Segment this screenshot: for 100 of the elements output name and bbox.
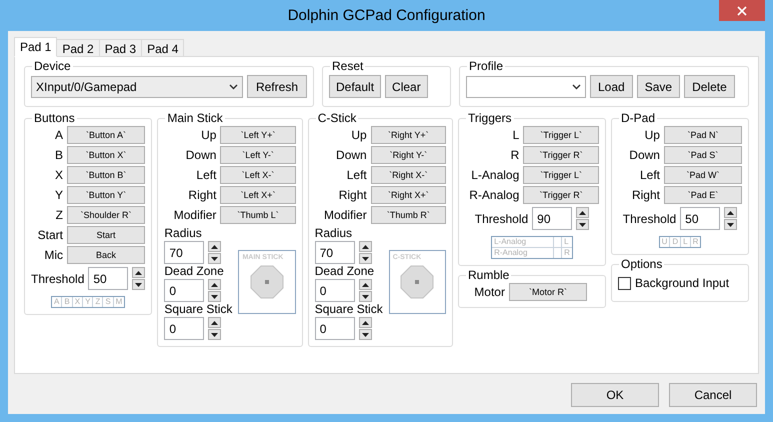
binding-button[interactable]: `Pad N`: [664, 126, 742, 144]
profile-button[interactable]: Delete: [684, 75, 735, 98]
spin-down-button[interactable]: [208, 253, 222, 264]
spin-down-button[interactable]: [208, 329, 222, 340]
tab[interactable]: Pad 4: [141, 39, 184, 57]
binding-button[interactable]: `Button Y`: [67, 186, 145, 204]
binding-button[interactable]: `Thumb L`: [220, 206, 296, 224]
group-title: Main Stick: [166, 111, 224, 125]
spin-up-button[interactable]: [576, 207, 590, 218]
indicator-letter: R: [692, 237, 700, 247]
binding-label: R: [510, 147, 520, 164]
spin-up-button[interactable]: [358, 241, 372, 252]
profile-button[interactable]: Load: [590, 75, 633, 98]
indicator-letter: Z: [93, 297, 104, 307]
binding-label: B: [54, 147, 63, 164]
number-field[interactable]: 90: [532, 207, 572, 230]
threshold-label: Threshold: [31, 270, 84, 288]
number-field[interactable]: 0: [164, 317, 204, 340]
checkbox-label: Background Input: [634, 275, 730, 292]
binding-button[interactable]: `Button A`: [67, 126, 145, 144]
spin-down-button[interactable]: [358, 329, 372, 340]
group-title: Options: [620, 257, 664, 271]
binding-button[interactable]: `Right X-`: [370, 166, 446, 184]
spin-up-button[interactable]: [208, 241, 222, 252]
window-title: Dolphin GCPad Configuration: [288, 6, 486, 26]
binding-label: L-Analog: [470, 167, 520, 184]
device-value: XInput/0/Gamepad: [36, 78, 137, 96]
binding-button[interactable]: `Right Y+`: [370, 126, 446, 144]
number-field[interactable]: 70: [164, 241, 204, 264]
binding-button[interactable]: `Left X-`: [220, 166, 296, 184]
binding-button[interactable]: `Thumb R`: [370, 206, 446, 224]
spin-up-button[interactable]: [358, 317, 372, 328]
binding-button[interactable]: Start: [67, 226, 145, 244]
down-arrow-icon: [579, 222, 586, 226]
binding-button[interactable]: Back: [67, 246, 145, 264]
indicator-letter: B: [62, 297, 73, 307]
binding-button[interactable]: `Trigger R`: [523, 186, 599, 204]
binding-button[interactable]: `Left Y-`: [220, 146, 296, 164]
binding-button[interactable]: `Pad W`: [664, 166, 742, 184]
number-field[interactable]: 0: [164, 279, 204, 302]
spin-up-button[interactable]: [208, 279, 222, 290]
spin-up-button[interactable]: [724, 207, 738, 218]
threshold-label: Threshold: [474, 210, 528, 228]
down-arrow-icon: [135, 282, 142, 286]
binding-button[interactable]: `Trigger R`: [523, 146, 599, 164]
binding-label: Left: [195, 167, 216, 184]
binding-button[interactable]: `Left X+`: [220, 186, 296, 204]
number-field[interactable]: 50: [680, 207, 720, 230]
binding-button[interactable]: `Button B`: [67, 166, 145, 184]
number-field[interactable]: 0: [314, 317, 355, 340]
spin-up-button[interactable]: [208, 317, 222, 328]
group-title: Profile: [468, 59, 504, 73]
number-field[interactable]: 0: [314, 279, 355, 302]
spin-up-button[interactable]: [132, 267, 146, 278]
binding-button[interactable]: `Trigger L`: [523, 166, 599, 184]
down-arrow-icon: [211, 294, 218, 298]
binding-button[interactable]: `Right X+`: [370, 186, 446, 204]
spin-down-button[interactable]: [358, 253, 372, 264]
chevron-icon: [228, 84, 238, 90]
indicator-label: L-Analog: [492, 237, 554, 247]
binding-button[interactable]: `Left Y+`: [220, 126, 296, 144]
group-title: Triggers: [466, 111, 513, 125]
binding-button[interactable]: `Right Y-`: [370, 146, 446, 164]
spin-down-button[interactable]: [724, 219, 738, 230]
binding-label: R-Analog: [468, 187, 520, 204]
binding-button[interactable]: `Pad E`: [664, 186, 742, 204]
close-button[interactable]: [719, 0, 765, 21]
indicator-letter: L: [563, 237, 570, 247]
group-title: Reset: [331, 59, 364, 73]
tab[interactable]: Pad 1: [14, 37, 58, 57]
spin-up-button[interactable]: [358, 279, 372, 290]
dialog-button[interactable]: Cancel: [669, 383, 757, 407]
chevron-icon: [572, 84, 581, 90]
profile-button[interactable]: Save: [636, 75, 680, 98]
indicator-letter: M: [114, 297, 124, 307]
spin-down-button[interactable]: [132, 279, 146, 290]
spin-down-button[interactable]: [358, 291, 372, 302]
up-arrow-icon: [211, 282, 218, 286]
number-field[interactable]: 70: [314, 241, 355, 264]
binding-button[interactable]: `Trigger L`: [523, 126, 599, 144]
checkbox[interactable]: [618, 276, 631, 290]
dialog-button[interactable]: OK: [571, 383, 659, 407]
up-arrow-icon: [362, 282, 369, 286]
reset-button[interactable]: Default: [329, 75, 382, 98]
number-field[interactable]: 50: [88, 267, 128, 290]
binding-label: A: [54, 127, 63, 144]
binding-label: Left: [346, 167, 367, 184]
binding-label: Modifier: [323, 207, 367, 224]
binding-button[interactable]: `Pad S`: [664, 146, 742, 164]
binding-button[interactable]: `Motor R`: [508, 283, 587, 301]
spin-down-button[interactable]: [576, 219, 590, 230]
spin-down-button[interactable]: [208, 291, 222, 302]
down-arrow-icon: [362, 294, 369, 298]
refresh-button[interactable]: Refresh: [246, 75, 307, 98]
binding-button[interactable]: `Button X`: [67, 146, 145, 164]
down-arrow-icon: [211, 256, 218, 260]
indicator-letter: D: [670, 237, 682, 247]
reset-button[interactable]: Clear: [385, 75, 428, 98]
device-dropdown[interactable]: XInput/0/Gamepad: [31, 76, 243, 98]
binding-button[interactable]: `Shoulder R`: [67, 206, 145, 224]
